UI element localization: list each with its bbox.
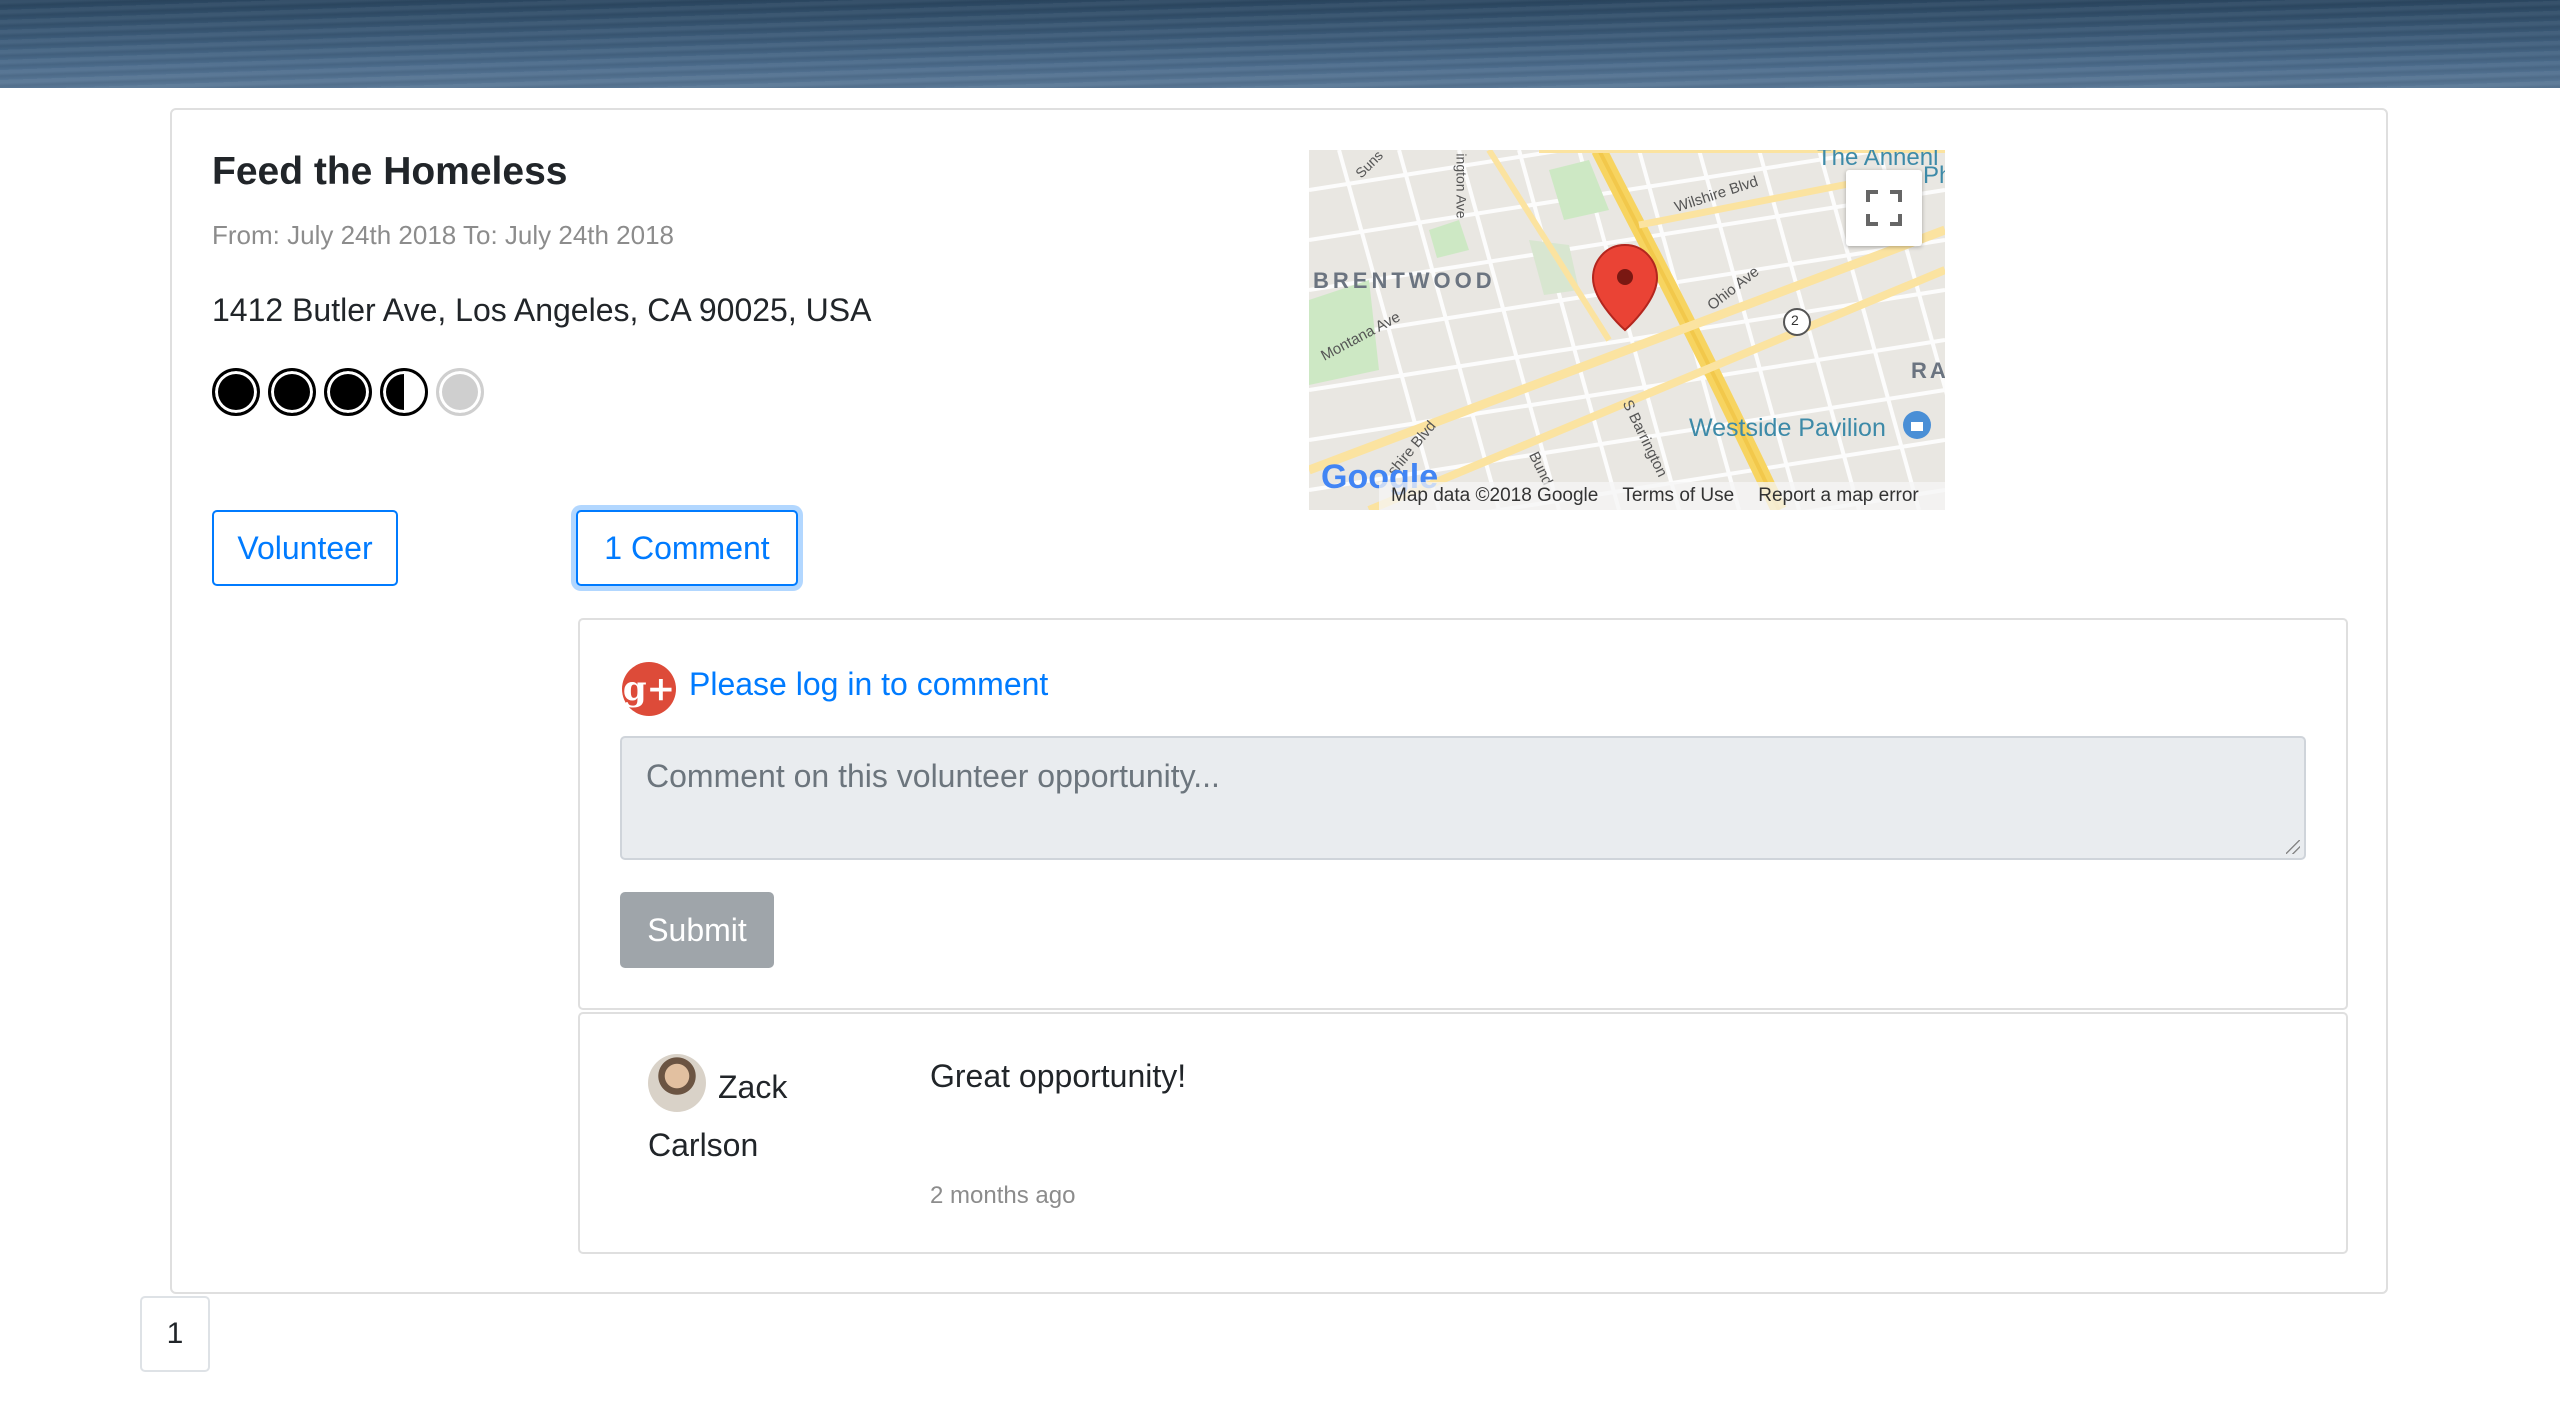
event-title: Feed the Homeless: [212, 150, 568, 193]
pagination-page-button[interactable]: 1: [140, 1296, 210, 1372]
map-attribution: Map data ©2018 Google Terms of Use Repor…: [1379, 482, 1945, 510]
map-data-text: Map data ©2018 Google: [1391, 485, 1599, 506]
map-label-brentwood: BRENTWOOD: [1313, 268, 1496, 293]
map-label-lington: ington Ave: [1453, 153, 1470, 219]
terms-of-use-link[interactable]: Terms of Use: [1622, 485, 1734, 507]
fullscreen-button[interactable]: [1846, 170, 1922, 246]
event-address: 1412 Butler Ave, Los Angeles, CA 90025, …: [212, 292, 872, 328]
map-route-shield: 2: [1791, 312, 1799, 328]
map-label-ra: RA: [1911, 358, 1945, 383]
login-to-comment-link[interactable]: Please log in to comment: [689, 666, 1048, 703]
fullscreen-icon: [1866, 190, 1902, 226]
rating-full-icon: [324, 368, 372, 416]
comment-author: Zack Carlson: [648, 1069, 788, 1163]
header-banner-image: [0, 0, 2560, 88]
event-dates: From: July 24th 2018 To: July 24th 2018: [212, 220, 675, 250]
map-label-westside-pavilion: Westside Pavilion: [1689, 414, 1886, 442]
rating-full-icon: [268, 368, 316, 416]
report-map-error-link[interactable]: Report a map error: [1758, 485, 1919, 507]
comment-text: Great opportunity!: [930, 1058, 1187, 1094]
volunteer-button[interactable]: Volunteer: [212, 510, 398, 586]
submit-button[interactable]: Submit: [620, 892, 774, 968]
rating-full-icon: [212, 368, 260, 416]
google-plus-icon[interactable]: g+: [622, 662, 676, 716]
map-label-annenberg: The Annenl: [1817, 150, 1939, 171]
comment-timestamp: 2 months ago: [930, 1182, 1076, 1209]
star-rating: [212, 368, 484, 416]
rating-half-icon: [380, 368, 428, 416]
comment-textarea[interactable]: Comment on this volunteer opportunity...: [620, 736, 2306, 860]
location-map[interactable]: BRENTWOOD Westside Pavilion The Annenl P…: [1309, 150, 1945, 510]
comments-toggle-button[interactable]: 1 Comment: [576, 510, 798, 586]
resize-handle-icon[interactable]: [2286, 840, 2300, 854]
comment-item: [578, 1012, 2348, 1254]
map-label-ph: Ph: [1923, 162, 1945, 189]
rating-empty-icon: [436, 368, 484, 416]
